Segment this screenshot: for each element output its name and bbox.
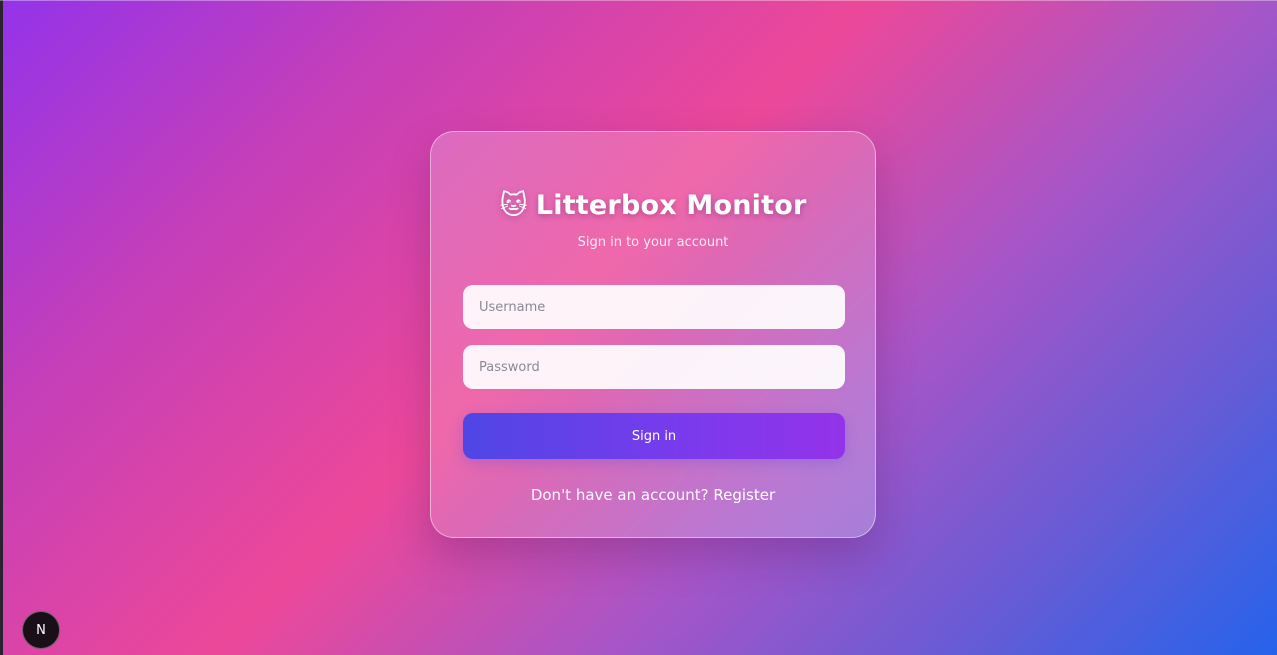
username-input[interactable] <box>463 285 845 329</box>
cat-icon: 🐱 <box>499 190 528 221</box>
password-input[interactable] <box>463 345 845 389</box>
page-title: 🐱 Litterbox Monitor <box>431 188 875 224</box>
sign-in-button[interactable]: Sign in <box>463 413 845 459</box>
nextjs-badge-letter: N <box>36 622 46 638</box>
register-link[interactable]: Register <box>713 486 775 504</box>
window-left-edge <box>0 0 3 655</box>
page-subtitle: Sign in to your account <box>577 235 729 250</box>
window-top-edge <box>0 0 1277 1</box>
login-card: 🐱 Litterbox Monitor Sign in to your accou… <box>430 131 876 538</box>
register-prompt-text: Don't have an account? <box>530 486 709 504</box>
register-prompt: Don't have an account? Register <box>431 484 875 506</box>
title-text: Litterbox Monitor <box>535 190 807 221</box>
nextjs-dev-indicator-icon[interactable]: N <box>22 611 60 649</box>
